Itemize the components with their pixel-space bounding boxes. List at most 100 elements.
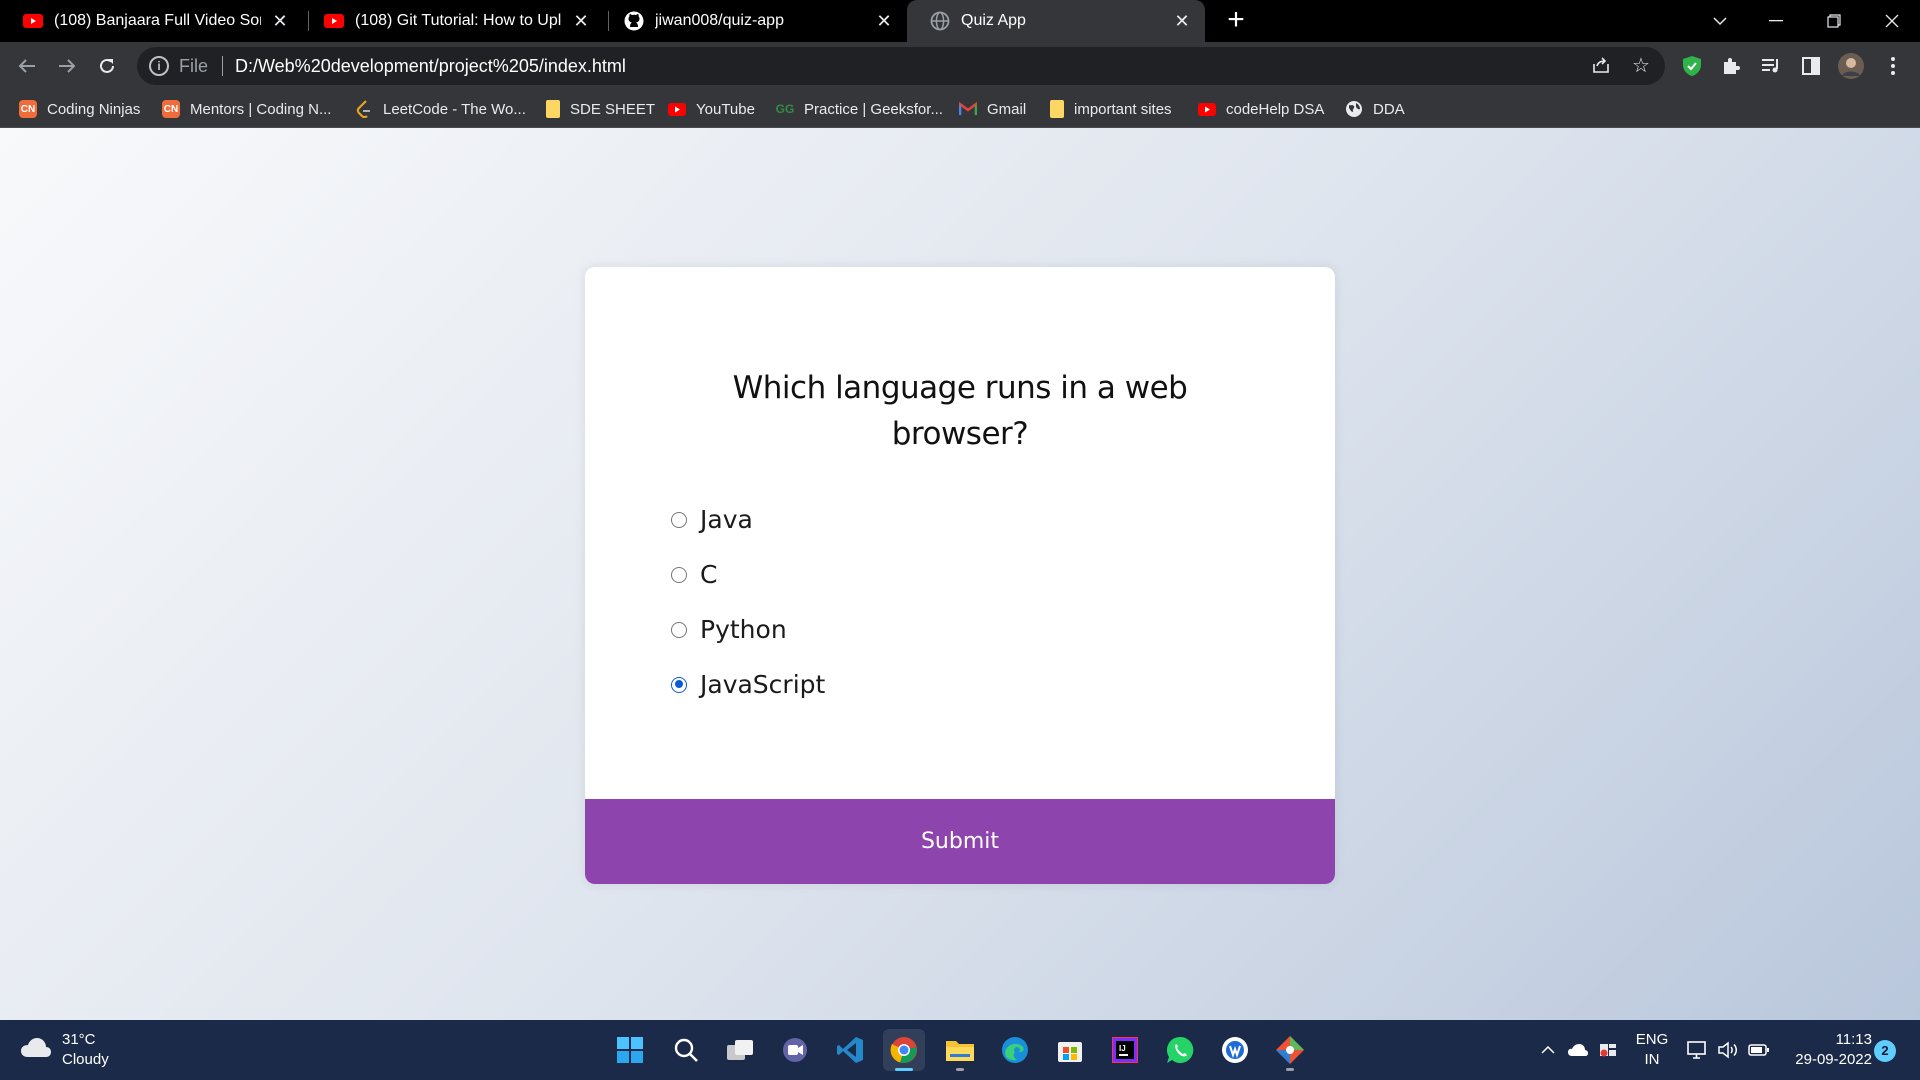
github-icon — [623, 10, 645, 32]
share-icon[interactable] — [1590, 55, 1612, 77]
page-viewport: Which language runs in a web browser? Ja… — [0, 128, 1920, 1020]
coding-ninjas-icon: CN — [19, 100, 37, 118]
file-explorer-icon[interactable] — [939, 1029, 981, 1071]
bookmark-item[interactable]: YouTube — [668, 96, 755, 122]
gmail-icon — [959, 100, 977, 118]
answer-radio[interactable] — [671, 511, 687, 528]
battery-icon[interactable] — [1745, 1020, 1773, 1080]
answer-radio-selected[interactable] — [671, 676, 687, 693]
bookmark-item[interactable]: CN Coding Ninjas — [19, 96, 140, 122]
onedrive-cloud-icon[interactable] — [1566, 1020, 1590, 1080]
browser-tab[interactable]: jiwan008/quiz-app ✕ — [601, 0, 907, 42]
vscode-icon[interactable] — [829, 1029, 871, 1071]
back-arrow-icon[interactable] — [9, 48, 45, 84]
bookmark-label: Mentors | Coding N... — [190, 100, 332, 118]
bookmark-label: YouTube — [696, 100, 755, 118]
input-language-indicator[interactable]: ENG IN — [1630, 1020, 1674, 1080]
active-indicator — [895, 1068, 913, 1071]
answer-label[interactable]: JavaScript — [700, 670, 825, 699]
bookmark-label: SDE SHEET — [570, 100, 656, 118]
close-tab-icon[interactable]: ✕ — [1171, 11, 1193, 32]
shield-extension-icon[interactable] — [1679, 53, 1705, 79]
extensions-puzzle-icon[interactable] — [1718, 53, 1744, 79]
chrome-icon[interactable] — [883, 1029, 925, 1071]
site-info-icon[interactable]: i — [149, 56, 169, 76]
bookmark-star-icon[interactable]: ☆ — [1630, 55, 1652, 77]
bookmark-item[interactable]: GG Practice | Geeksfor... — [776, 96, 943, 122]
weather-temperature: 31°C — [62, 1031, 96, 1048]
bookmark-item[interactable]: codeHelp DSA — [1198, 96, 1324, 122]
weather-widget[interactable]: 31°C Cloudy — [20, 1028, 109, 1072]
bookmark-item[interactable]: CN Mentors | Coding N... — [162, 96, 331, 122]
submit-button[interactable]: Submit — [585, 799, 1335, 884]
running-indicator — [956, 1068, 964, 1071]
browser-tab-strip: (108) Banjaara Full Video Song | E ✕ (10… — [0, 0, 1920, 42]
restore-icon[interactable] — [1806, 0, 1862, 42]
browser-tab-active[interactable]: Quiz App ✕ — [907, 0, 1205, 42]
chevron-up-icon[interactable] — [1536, 1020, 1560, 1080]
intellij-icon[interactable]: IJ — [1104, 1029, 1146, 1071]
minimize-icon[interactable] — [1748, 0, 1804, 42]
answer-list: Java C Python JavaScript — [671, 492, 825, 712]
answer-option[interactable]: C — [671, 547, 825, 602]
answer-label[interactable]: Python — [700, 615, 787, 644]
app-circle-icon[interactable] — [1214, 1029, 1256, 1071]
git-gui-icon[interactable] — [1269, 1029, 1311, 1071]
bookmarks-bar: CN Coding Ninjas CN Mentors | Coding N..… — [0, 90, 1920, 128]
bookmark-folder-icon — [1050, 100, 1064, 118]
notification-badge[interactable]: 2 — [1874, 1040, 1896, 1062]
reload-icon[interactable] — [89, 48, 125, 84]
whatsapp-icon[interactable] — [1159, 1029, 1201, 1071]
bookmark-folder-icon — [546, 100, 560, 118]
tab-title: jiwan008/quiz-app — [655, 12, 784, 29]
bookmark-item[interactable]: DDA — [1345, 96, 1405, 122]
browser-menu-icon[interactable] — [1880, 53, 1906, 79]
weather-condition: Cloudy — [62, 1051, 109, 1068]
teams-chat-icon[interactable] — [774, 1029, 816, 1071]
youtube-icon — [1198, 100, 1216, 118]
network-icon[interactable] — [1684, 1020, 1710, 1080]
answer-label[interactable]: C — [700, 560, 717, 589]
coding-ninjas-icon: CN — [162, 100, 180, 118]
close-window-icon[interactable] — [1864, 0, 1920, 42]
geeksforgeeks-icon: GG — [775, 102, 795, 116]
answer-option[interactable]: Python — [671, 602, 825, 657]
task-view-icon[interactable] — [719, 1029, 761, 1071]
profile-avatar[interactable] — [1838, 53, 1864, 79]
media-queue-icon[interactable] — [1758, 53, 1784, 79]
answer-option[interactable]: Java — [671, 492, 825, 547]
search-icon[interactable] — [665, 1029, 707, 1071]
side-panel-icon[interactable] — [1798, 53, 1824, 79]
bookmark-item[interactable]: Gmail — [959, 96, 1026, 122]
bookmark-item[interactable]: SDE SHEET — [546, 96, 655, 122]
start-button[interactable] — [609, 1029, 651, 1071]
running-indicator — [1286, 1068, 1294, 1071]
bookmark-label: DDA — [1373, 100, 1405, 118]
url-text[interactable]: D:/Web%20development/project%205/index.h… — [235, 56, 626, 77]
tab-search-icon[interactable] — [1692, 0, 1748, 42]
close-tab-icon[interactable]: ✕ — [570, 11, 592, 32]
browser-tab[interactable]: (108) Git Tutorial: How to Upload ✕ — [301, 0, 604, 42]
answer-radio[interactable] — [671, 621, 687, 638]
youtube-icon — [323, 10, 345, 32]
windows-taskbar: 31°C Cloudy IJ ENG IN 11:13 29-09-2022 — [0, 1020, 1920, 1080]
region-code: IN — [1644, 1051, 1660, 1068]
forward-arrow-icon[interactable] — [49, 48, 85, 84]
edge-icon[interactable] — [994, 1029, 1036, 1071]
answer-label[interactable]: Java — [700, 505, 753, 534]
answer-radio[interactable] — [671, 566, 687, 583]
app-tray-icon[interactable] — [1595, 1020, 1621, 1080]
url-divider — [222, 56, 223, 76]
system-clock[interactable]: 11:13 29-09-2022 — [1780, 1020, 1872, 1080]
close-tab-icon[interactable]: ✕ — [873, 11, 895, 32]
answer-option[interactable]: JavaScript — [671, 657, 825, 712]
bookmark-item[interactable]: LeetCode - The Wo... — [355, 96, 526, 122]
tab-title: Quiz App — [961, 12, 1026, 29]
microsoft-store-icon[interactable] — [1049, 1029, 1091, 1071]
address-bar[interactable]: i File D:/Web%20development/project%205/… — [137, 47, 1665, 85]
browser-tab[interactable]: (108) Banjaara Full Video Song | E ✕ — [0, 0, 303, 42]
close-tab-icon[interactable]: ✕ — [269, 11, 291, 32]
volume-icon[interactable] — [1714, 1020, 1742, 1080]
bookmark-item[interactable]: important sites — [1050, 96, 1172, 122]
new-tab-button[interactable]: + — [1219, 4, 1253, 38]
